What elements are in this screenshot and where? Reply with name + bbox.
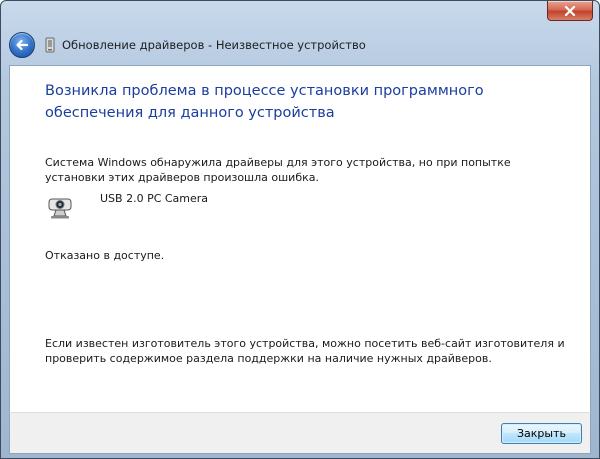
content-panel: Возникла проблема в процессе установки п… <box>9 65 591 414</box>
window-close-button[interactable] <box>547 1 593 21</box>
close-icon <box>564 5 576 16</box>
back-arrow-icon <box>16 39 29 51</box>
manufacturer-note: Если известен изготовитель этого устройс… <box>45 337 565 365</box>
driver-update-window: Обновление драйверов - Неизвестное устро… <box>0 0 600 459</box>
error-message: Отказано в доступе. <box>45 249 165 262</box>
window-title: Обновление драйверов - Неизвестное устро… <box>62 38 366 52</box>
button-bar: Закрыть <box>9 412 591 454</box>
webcam-icon <box>48 198 72 219</box>
error-description: Система Windows обнаружила драйверы для … <box>45 156 511 184</box>
close-button[interactable]: Закрыть <box>501 423 582 444</box>
wizard-header: Обновление драйверов - Неизвестное устро… <box>9 30 591 60</box>
page-heading: Возникла проблема в процессе установки п… <box>45 83 484 121</box>
device-name: USB 2.0 PC Camera <box>100 192 209 205</box>
back-button[interactable] <box>9 32 35 58</box>
device-icon <box>45 37 55 53</box>
